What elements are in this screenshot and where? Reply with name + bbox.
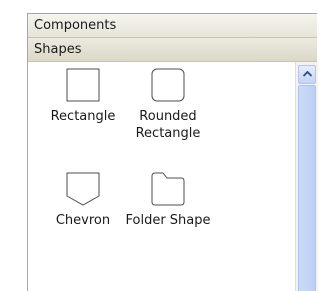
- shapes-palette-panel: Components Shapes Rectangle Rounded Rect…: [27, 13, 318, 291]
- shape-item-rounded-rectangle[interactable]: Rounded Rectangle: [113, 68, 223, 142]
- shape-label-rounded-line2: Rectangle: [135, 126, 201, 141]
- shape-label-rounded-rectangle: Rounded Rectangle: [113, 108, 223, 142]
- scroll-thumb[interactable]: [298, 85, 316, 291]
- shapes-header[interactable]: Shapes: [28, 38, 317, 62]
- components-header-label: Components: [34, 18, 117, 33]
- components-header[interactable]: Components: [28, 14, 317, 38]
- scroll-up-button[interactable]: [298, 65, 316, 84]
- shapes-list: Rectangle Rounded Rectangle Chevron Fold…: [28, 62, 295, 291]
- shape-label-folder: Folder Shape: [125, 213, 211, 228]
- shape-label-rounded-line1: Rounded: [139, 109, 197, 124]
- vertical-scrollbar[interactable]: [295, 62, 318, 291]
- shape-item-folder-shape[interactable]: Folder Shape: [113, 172, 223, 229]
- chevron-up-icon: [302, 71, 312, 77]
- rectangle-icon: [66, 68, 100, 102]
- rounded-rectangle-icon: [151, 68, 185, 102]
- chevron-shape-icon: [66, 172, 100, 206]
- shapes-header-label: Shapes: [34, 42, 82, 57]
- folder-shape-icon: [151, 172, 185, 206]
